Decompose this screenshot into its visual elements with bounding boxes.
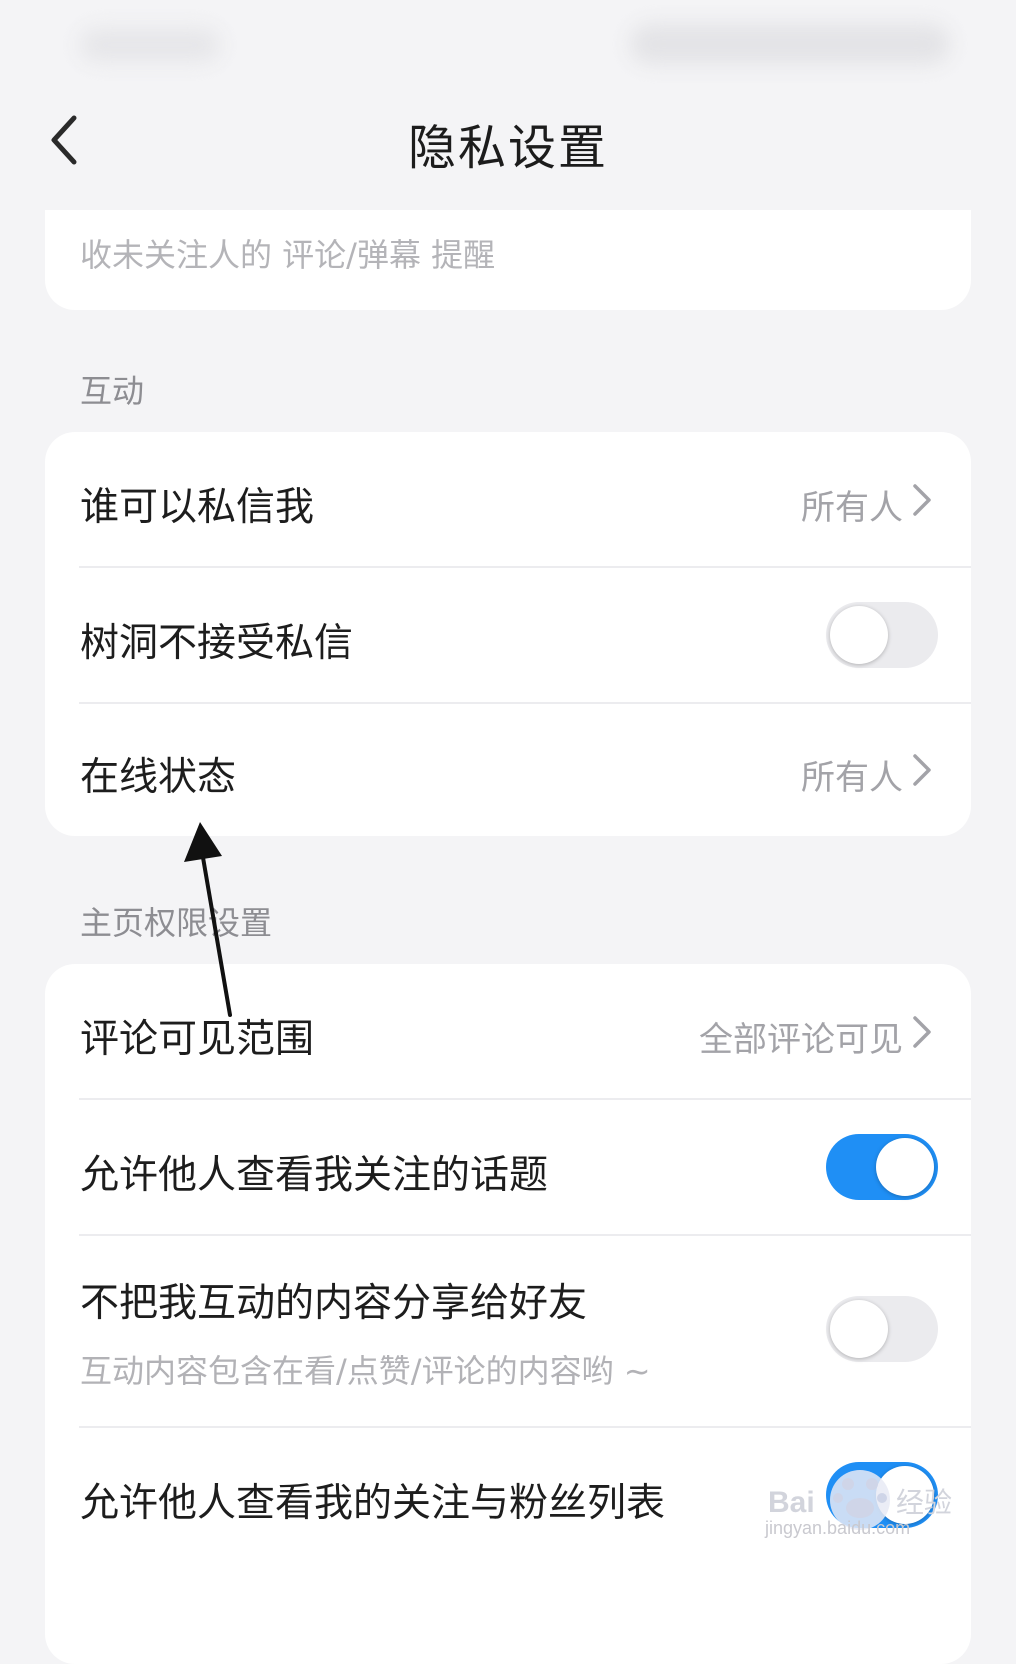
status-bar bbox=[0, 0, 1016, 90]
settings-card-top: 收未关注人的 评论/弹幕 提醒 bbox=[45, 210, 971, 310]
row-who-can-dm[interactable]: 谁可以私信我 所有人 bbox=[45, 432, 971, 566]
page-title: 隐私设置 bbox=[407, 120, 608, 176]
row-label: 允许他人查看我关注的话题 bbox=[80, 1153, 549, 1198]
watermark-url: jingyan.baidu.com bbox=[765, 1518, 911, 1538]
chevron-right-icon bbox=[913, 754, 931, 786]
toggle-knob bbox=[830, 1300, 888, 1358]
row-label: 评论可见范围 bbox=[80, 1017, 315, 1062]
show-followed-topics-toggle[interactable] bbox=[826, 1134, 938, 1200]
status-icons-blurred bbox=[630, 24, 950, 64]
settings-card-homepage: 评论可见范围 全部评论可见 允许他人查看我关注的话题 不把我互动的内容分享给好友… bbox=[45, 964, 971, 1664]
row-no-share-interactions: 不把我互动的内容分享给好友 互动内容包含在看/点赞/评论的内容哟 ~ bbox=[45, 1236, 971, 1426]
row-online-status[interactable]: 在线状态 所有人 bbox=[45, 704, 971, 836]
svg-text:经验: 经验 bbox=[896, 1486, 952, 1519]
row-treehole-no-dm: 树洞不接受私信 bbox=[45, 568, 971, 702]
section-label-interaction: 互动 bbox=[80, 372, 145, 410]
toggle-knob bbox=[876, 1138, 934, 1196]
row-label: 不把我互动的内容分享给好友 bbox=[80, 1281, 588, 1326]
row-label: 允许他人查看我的关注与粉丝列表 bbox=[80, 1481, 666, 1526]
row-value: 所有人 bbox=[801, 758, 903, 798]
settings-card-interaction: 谁可以私信我 所有人 树洞不接受私信 在线状态 所有人 bbox=[45, 432, 971, 836]
toggle-knob bbox=[830, 606, 888, 664]
no-share-interactions-toggle[interactable] bbox=[826, 1296, 938, 1362]
row-label: 树洞不接受私信 bbox=[80, 621, 354, 666]
row-comment-visibility[interactable]: 评论可见范围 全部评论可见 bbox=[45, 964, 971, 1098]
row-label: 在线状态 bbox=[80, 755, 237, 800]
row-show-followed-topics: 允许他人查看我关注的话题 bbox=[45, 1100, 971, 1234]
row-value: 所有人 bbox=[801, 488, 903, 528]
status-time-blurred bbox=[80, 28, 220, 62]
svg-text:Bai: Bai bbox=[768, 1486, 815, 1519]
stranger-comment-reminder-label: 收未关注人的 评论/弹幕 提醒 bbox=[80, 236, 496, 274]
treehole-no-dm-toggle[interactable] bbox=[826, 602, 938, 668]
section-label-homepage: 主页权限设置 bbox=[80, 904, 273, 942]
chevron-right-icon bbox=[913, 484, 931, 516]
row-value: 全部评论可见 bbox=[699, 1020, 903, 1060]
row-sublabel: 互动内容包含在看/点赞/评论的内容哟 ~ bbox=[80, 1352, 651, 1390]
chevron-right-icon bbox=[913, 1016, 931, 1048]
row-label: 谁可以私信我 bbox=[80, 485, 315, 530]
